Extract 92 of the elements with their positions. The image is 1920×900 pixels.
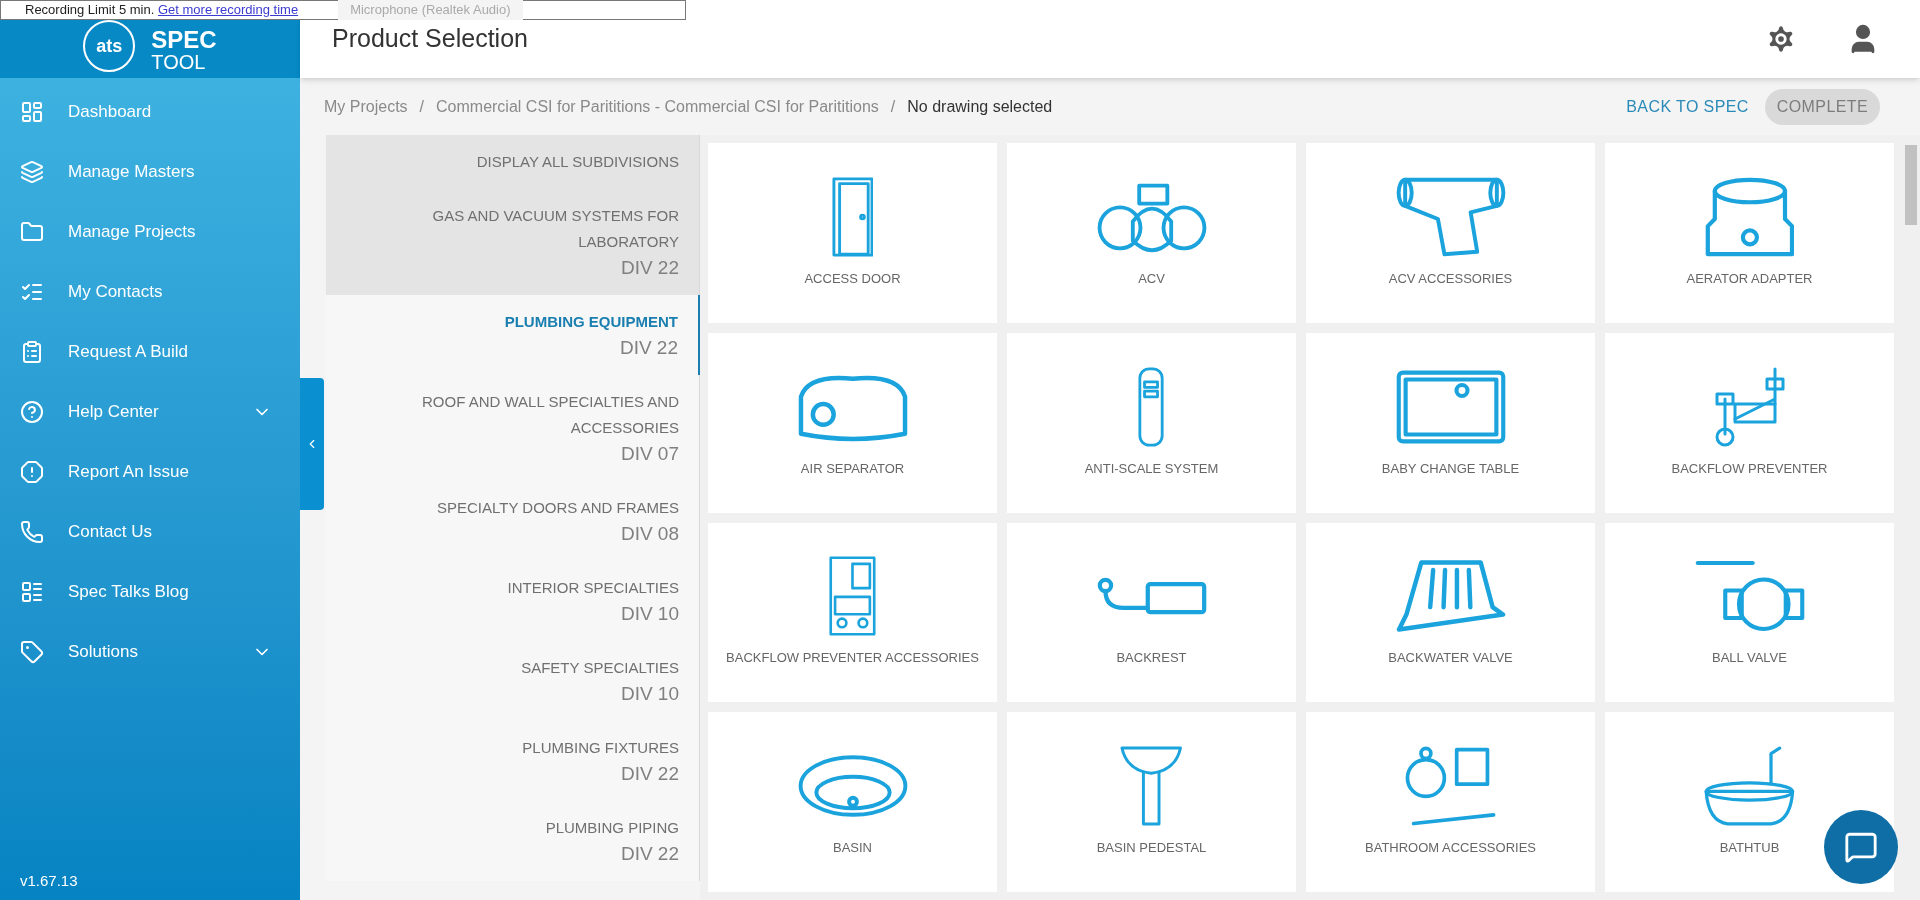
product-card[interactable]: BATHROOM ACCESSORIES: [1306, 712, 1595, 892]
category-item[interactable]: DISPLAY ALL SUBDIVISIONS: [326, 135, 700, 189]
category-division: DIV 22: [619, 336, 678, 360]
product-card[interactable]: ACCESS DOOR: [708, 143, 997, 323]
category-name: ROOF AND WALL SPECIALTIES AND ACCESSORIES: [421, 392, 679, 438]
category-division: DIV 08: [620, 522, 679, 546]
category-division: DIV 10: [620, 682, 679, 706]
sidebar-item[interactable]: Report An Issue: [0, 442, 300, 502]
dashboard-icon: [20, 100, 44, 124]
breadcrumb-item[interactable]: My Projects: [324, 94, 408, 119]
product-card[interactable]: ANTI-SCALE SYSTEM: [1007, 332, 1296, 513]
product-name: AIR SEPARATOR: [800, 459, 905, 478]
breadcrumb-item: No drawing selected: [907, 96, 1053, 117]
product-name: BACKFLOW PREVENTER ACCESSORIES: [726, 649, 979, 668]
sidebar-item[interactable]: Help Center: [0, 382, 300, 442]
product-card[interactable]: ACV: [1007, 143, 1296, 323]
product-name: BALL VALVE: [1712, 649, 1787, 668]
logo-subtitle: TOOL: [151, 52, 207, 72]
product-name: AERATOR ADAPTER: [1686, 269, 1813, 288]
sidebar-item[interactable]: Request A Build: [0, 322, 300, 382]
breadcrumb-separator: /: [419, 96, 425, 117]
category-item[interactable]: GAS AND VACUUM SYSTEMS FOR LABORATORY DIV 22: [326, 189, 700, 295]
tank-icon: [1138, 366, 1165, 447]
product-name: BATHROOM ACCESSORIES: [1365, 839, 1536, 858]
alert-icon: [20, 460, 44, 484]
recording-time-link[interactable]: Get more recording time: [157, 2, 299, 18]
product-card[interactable]: ACV ACCESSORIES: [1306, 143, 1595, 323]
category-name: DISPLAY ALL SUBDIVISIONS: [476, 152, 679, 172]
category-name: GAS AND VACUUM SYSTEMS FOR LABORATORY: [431, 206, 679, 252]
category-division: DIV 22: [620, 762, 679, 786]
product-name: ACV ACCESSORIES: [1388, 269, 1513, 288]
category-name: PLUMBING FIXTURES: [522, 738, 679, 758]
phone-icon: [20, 520, 44, 544]
door-icon: [831, 176, 874, 257]
recorder-text: Recording Limit 5 min. Get more recording time: [25, 1, 299, 20]
category-name: INTERIOR SPECIALTIES: [507, 578, 679, 598]
category-division: DIV 10: [620, 602, 679, 626]
bathtub-icon: [1704, 746, 1795, 827]
scrollbar-thumb[interactable]: [1905, 145, 1917, 225]
category-division: DIV 22: [620, 256, 679, 280]
product-name: BASIN: [833, 839, 872, 858]
product-card[interactable]: BASIN: [708, 712, 997, 892]
product-name: BACKREST: [1116, 649, 1187, 668]
product-name: BACKFLOW PREVENTER: [1671, 459, 1828, 478]
version-label: v1.67.13: [19, 870, 79, 891]
pedestal-sink-icon: [1120, 746, 1183, 827]
product-card[interactable]: AERATOR ADAPTER: [1605, 143, 1894, 323]
product-name: ANTI-SCALE SYSTEM: [1084, 459, 1219, 478]
product-name: BATHTUB: [1719, 839, 1780, 858]
sidebar-item[interactable]: Manage Projects: [0, 202, 300, 262]
sidebar-item[interactable]: Manage Masters: [0, 142, 300, 202]
logo-title: SPEC: [151, 28, 217, 52]
sidebar-item[interactable]: Dashboard: [0, 82, 300, 142]
category-name: SPECIALTY DOORS AND FRAMES: [437, 498, 679, 518]
category-name: PLUMBING PIPING: [545, 818, 679, 838]
folder-icon: [20, 220, 44, 244]
product-name: BABY CHANGE TABLE: [1381, 459, 1520, 478]
category-division: DIV 07: [620, 442, 679, 466]
help-icon: [20, 400, 44, 424]
product-name: BACKWATER VALVE: [1388, 649, 1513, 668]
sidebar-item[interactable]: Spec Talks Blog: [0, 562, 300, 622]
category-name: PLUMBING EQUIPMENT: [504, 312, 678, 332]
category-division: DIV 22: [620, 842, 679, 866]
breadcrumb-item[interactable]: Commercial CSI for Parititions - Commercial CSI for Parititions: [436, 94, 879, 119]
product-card[interactable]: BABY CHANGE TABLE: [1306, 332, 1595, 513]
product-name: ACCESS DOOR: [804, 269, 901, 288]
tag-icon: [20, 640, 44, 664]
product-card[interactable]: BACKFLOW PREVENTER: [1605, 332, 1894, 513]
adapter-icon: [1704, 176, 1795, 257]
chat-icon: [1844, 830, 1878, 864]
product-card[interactable]: AIR SEPARATOR: [708, 332, 997, 513]
product-card[interactable]: BATHTUB: [1605, 712, 1894, 892]
clipboard-icon: [20, 340, 44, 364]
category-name: SAFETY SPECIALTIES: [521, 658, 679, 678]
product-card[interactable]: BACKWATER VALVE: [1306, 522, 1595, 703]
product-card[interactable]: BACKREST: [1007, 522, 1296, 703]
pipe-fitting-icon: [1395, 176, 1506, 257]
page-title: Product Selection: [332, 23, 529, 55]
product-card[interactable]: BALL VALVE: [1605, 522, 1894, 703]
sidebar-item[interactable]: Contact Us: [0, 502, 300, 562]
towel-ring-icon: [1404, 746, 1497, 827]
breadcrumb-separator: /: [890, 96, 896, 117]
product-card[interactable]: BASIN PEDESTAL: [1007, 712, 1296, 892]
sidebar-item[interactable]: My Contacts: [0, 262, 300, 322]
sidebar-item[interactable]: Solutions: [0, 622, 300, 682]
product-name: BASIN PEDESTAL: [1096, 839, 1207, 858]
cabinet-icon: [829, 556, 876, 637]
back-to-spec-link[interactable]: BACK TO SPEC: [1626, 94, 1749, 119]
product-name: ACV: [1138, 269, 1165, 288]
list-icon: [20, 580, 44, 604]
layers-icon: [20, 160, 44, 184]
product-card[interactable]: BACKFLOW PREVENTER ACCESSORIES: [708, 522, 997, 703]
